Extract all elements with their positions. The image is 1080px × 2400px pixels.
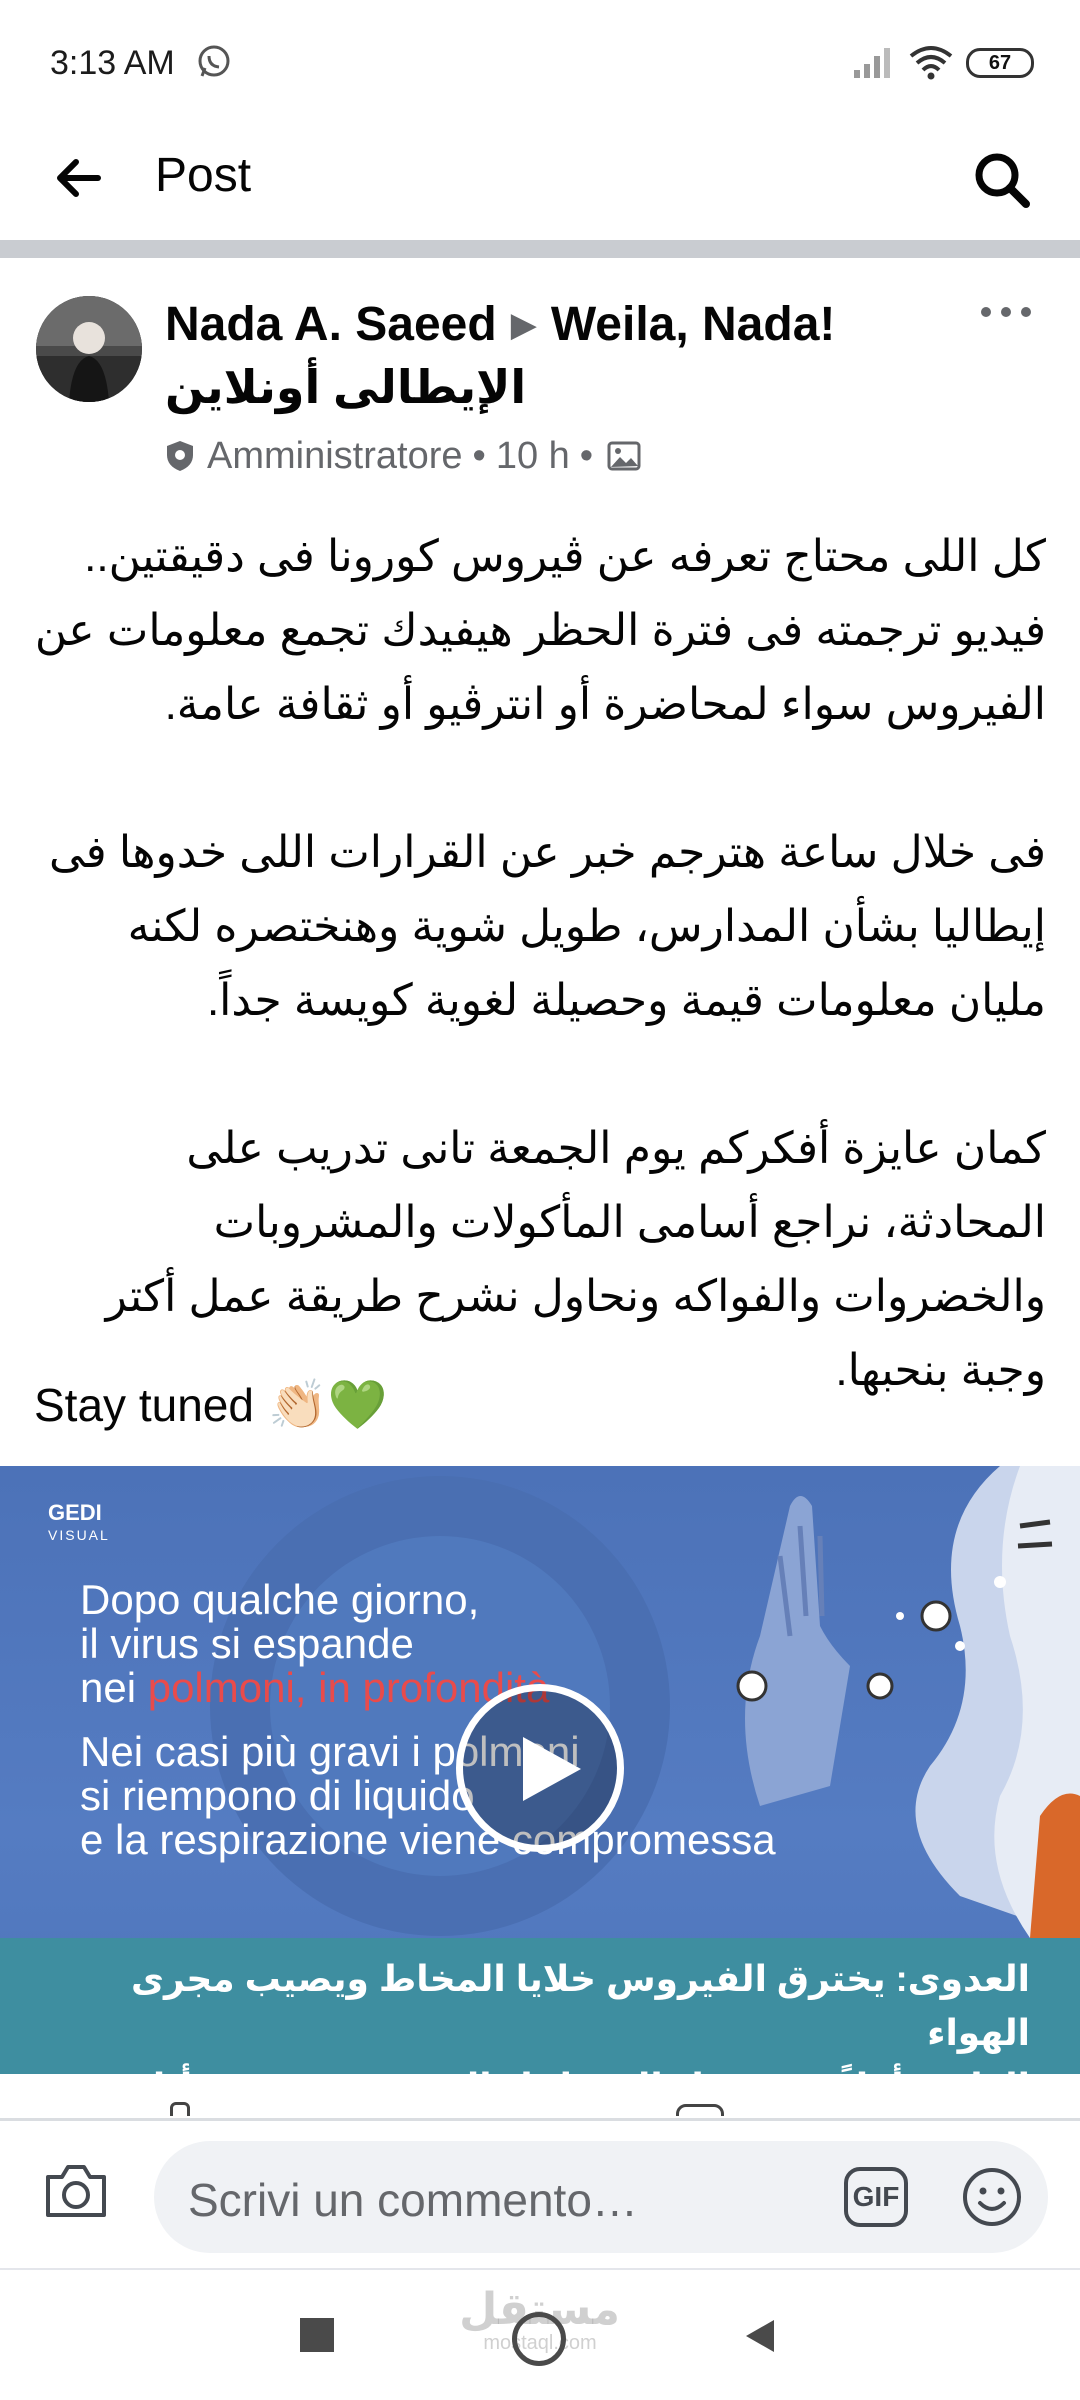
group-name-arabic[interactable]: الإيطالى أونلاين [165,360,526,414]
emoji-icon[interactable] [960,2165,1024,2229]
camera-icon[interactable] [42,2161,110,2221]
stay-tuned-text: Stay tuned [34,1378,254,1431]
author-name[interactable]: Nada A. Saeed [165,298,497,351]
triangle-right-icon: ▶ [510,306,537,344]
play-icon [523,1737,581,1801]
post-paragraph: فى خلال ساعة هترجم خبر عن القرارات اللى … [48,828,1046,1025]
more-options-icon[interactable] [978,300,1034,324]
system-nav-bar: مستقل mostaql.com [0,2270,1080,2400]
meta-separator: • [579,434,594,477]
author-role: Amministratore [207,434,463,477]
back-triangle-icon[interactable] [740,2316,780,2356]
group-privacy-icon [607,441,641,471]
video-logo: GEDI VISUAL [48,1500,110,1544]
comment-input[interactable]: Scrivi un commento… GIF [154,2141,1048,2253]
whatsapp-icon [198,45,230,77]
back-arrow-icon[interactable] [50,150,106,206]
stay-tuned-line: Stay tuned 👏🏻💚 [34,1376,387,1433]
status-bar: 3:13 AM 67 [0,0,1080,128]
like-icon[interactable] [170,2102,190,2116]
comment-icon[interactable] [676,2104,724,2116]
search-icon[interactable] [970,148,1034,212]
signal-icon [854,48,890,78]
recents-button[interactable] [300,2318,334,2352]
post-author-line: Nada A. Saeed ▶ Weila, Nada! [165,296,965,358]
post-meta: Amministratore • 10 h • [165,432,641,480]
battery-icon: 67 [966,48,1034,78]
admin-badge-icon [167,441,193,471]
video-player[interactable]: GEDI VISUAL Dopo qualche giorno, il virus… [0,1466,1080,2074]
home-button[interactable] [512,2312,566,2366]
post-time[interactable]: 10 h [496,435,570,478]
post-paragraph: كل اللى محتاج تعرفه عن ڤيروس كورونا فى د… [34,532,1046,729]
wifi-icon [909,46,953,80]
page-title: Post [155,149,252,202]
video-arabic-caption: العدوى: يخترق الفيروس خلايا المخاط ويصيب… [0,1938,1080,2074]
post-actions-row [0,2096,1080,2116]
status-time: 3:13 AM [50,44,175,82]
avatar[interactable] [36,296,142,402]
comment-bar: Scrivi un commento… GIF [0,2121,1080,2269]
app-header: Post [0,128,1080,240]
play-button[interactable] [456,1684,624,1852]
group-name[interactable]: Weila, Nada! [551,298,836,351]
gif-button[interactable]: GIF [844,2167,908,2227]
avatar-photo [36,296,142,402]
header-separator [0,240,1080,258]
post-paragraph: كمان عايزة أفكركم يوم الجمعة تانى تدريب … [105,1124,1046,1395]
comment-placeholder: Scrivi un commento… [188,2174,638,2226]
post-body: كل اللى محتاج تعرفه عن ڤيروس كورونا فى د… [34,520,1046,1408]
clap-heart-emoji: 👏🏻💚 [267,1377,388,1433]
meta-separator: • [472,434,486,477]
